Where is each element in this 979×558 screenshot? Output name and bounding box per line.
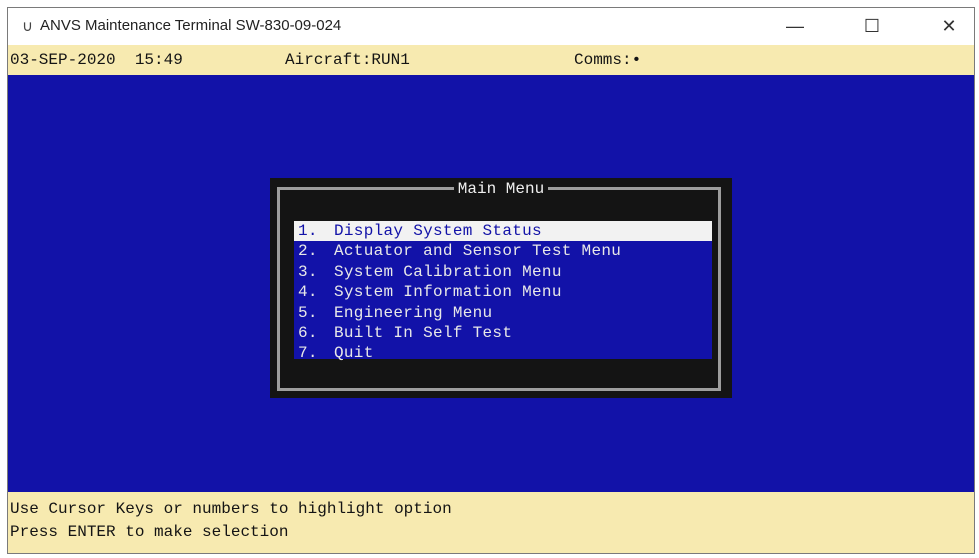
menu-item-label: Actuator and Sensor Test Menu	[334, 242, 622, 261]
menu-title: Main Menu	[453, 178, 549, 200]
app-window: ∪ ANVS Maintenance Terminal SW-830-09-02…	[7, 7, 975, 554]
help-bar: Use Cursor Keys or numbers to highlight …	[8, 492, 974, 553]
menu-item-actuator-sensor-test[interactable]: 2. Actuator and Sensor Test Menu	[294, 241, 712, 261]
close-button[interactable]: ✕	[926, 8, 972, 45]
status-bar: 03-SEP-2020 15:49 Aircraft:RUN1 Comms:•	[8, 45, 974, 75]
maximize-icon: ☐	[863, 16, 881, 36]
menu-item-number: 3.	[298, 262, 318, 281]
menu-item-built-in-self-test[interactable]: 6. Built In Self Test	[294, 323, 712, 343]
window-title: ANVS Maintenance Terminal SW-830-09-024	[40, 17, 342, 34]
menu-item-number: 6.	[298, 323, 318, 342]
menu-item-number: 5.	[298, 303, 318, 322]
menu-item-label: Engineering Menu	[334, 303, 493, 322]
comms-status: Comms:•	[574, 51, 642, 69]
maximize-button[interactable]: ☐	[849, 8, 895, 45]
menu-item-label: Display System Status	[334, 222, 542, 240]
menu-item-label: System Calibration Menu	[334, 262, 562, 281]
aircraft-status: Aircraft:RUN1	[285, 51, 410, 69]
menu-item-label: Quit	[334, 344, 374, 363]
minimize-icon: —	[786, 16, 804, 36]
menu-item-quit[interactable]: 7. Quit	[294, 343, 712, 363]
menu-item-label: System Information Menu	[334, 283, 562, 302]
menu-item-number: 4.	[298, 283, 318, 302]
menu-item-label: Built In Self Test	[334, 323, 513, 342]
menu-item-number: 2.	[298, 242, 318, 261]
menu-item-number: 1.	[298, 222, 318, 240]
menu-item-display-system-status[interactable]: 1. Display System Status	[294, 221, 712, 242]
minimize-button[interactable]: —	[772, 8, 818, 45]
help-text-line-2: Press ENTER to make selection	[10, 523, 289, 541]
menu-item-engineering[interactable]: 5. Engineering Menu	[294, 303, 712, 323]
close-icon: ✕	[941, 16, 957, 36]
main-menu-dialog: Main Menu 1. Display System Status 2. Ac…	[270, 178, 732, 398]
menu-list: 1. Display System Status 2. Actuator and…	[294, 221, 712, 362]
app-glyph-icon: ∪	[22, 18, 33, 35]
help-text-line-1: Use Cursor Keys or numbers to highlight …	[10, 500, 452, 518]
menu-item-system-information[interactable]: 4. System Information Menu	[294, 282, 712, 302]
date-time: 03-SEP-2020 15:49	[10, 51, 183, 69]
title-bar[interactable]: ∪ ANVS Maintenance Terminal SW-830-09-02…	[8, 8, 974, 45]
menu-item-number: 7.	[298, 344, 318, 363]
terminal-screen: Main Menu 1. Display System Status 2. Ac…	[8, 75, 974, 492]
menu-item-system-calibration[interactable]: 3. System Calibration Menu	[294, 262, 712, 282]
